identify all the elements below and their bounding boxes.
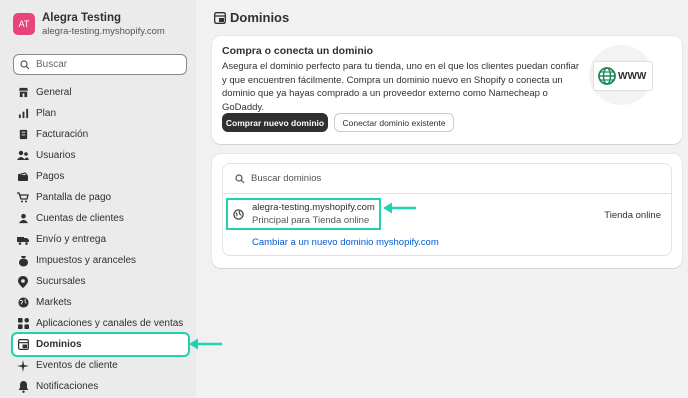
annotation-arrow-domain [383, 202, 416, 214]
annotation-arrow-sidebar [189, 338, 222, 350]
settings-sidebar: AT Alegra Testing alegra-testing.myshopi… [0, 0, 196, 398]
sidebar-item-label: Sucursales [36, 276, 86, 287]
apps-icon [17, 318, 29, 330]
users-icon [17, 150, 29, 162]
cart-icon [17, 192, 29, 204]
store-avatar: AT [13, 13, 35, 35]
page-title: Dominios [214, 10, 289, 25]
store-domain: alegra-testing.myshopify.com [42, 25, 165, 37]
search-icon [235, 173, 245, 183]
payment-icon [17, 171, 29, 183]
sidebar-item-notifications[interactable]: Notificaciones [13, 376, 188, 397]
sidebar-item-label: Pagos [36, 171, 65, 182]
domain-subtitle: Principal para Tienda online [252, 215, 370, 226]
domain-name[interactable]: alegra-testing.myshopify.com [252, 202, 375, 213]
www-illustration: WWW [593, 61, 653, 91]
sidebar-item-domains[interactable]: Dominios [11, 332, 190, 357]
domains-table: Buscar dominios alegra-testing.myshopify… [222, 163, 672, 256]
settings-nav: General Plan Facturación Usuarios Pagos … [11, 82, 190, 397]
sidebar-item-apps[interactable]: Aplicaciones y canales de ventas [13, 313, 188, 334]
sidebar-item-plan[interactable]: Plan [13, 103, 188, 124]
bell-icon [17, 380, 29, 393]
connect-domain-description: Asegura el dominio perfecto para tu tien… [222, 61, 580, 113]
sidebar-item-customer-accounts[interactable]: Cuentas de clientes [13, 208, 188, 229]
domain-status: Tienda online [604, 210, 661, 221]
www-text: WWW [618, 70, 647, 82]
sidebar-item-label: Markets [36, 297, 72, 308]
sidebar-item-label: Aplicaciones y canales de ventas [36, 318, 184, 329]
search-placeholder: Buscar [36, 59, 68, 70]
domain-icon [17, 339, 29, 351]
connect-domain-card: Compra o conecta un dominio Asegura el d… [212, 36, 682, 144]
sparkle-icon [17, 359, 29, 372]
domain-search-placeholder: Buscar dominios [251, 173, 322, 184]
sidebar-item-label: Usuarios [36, 150, 76, 161]
connect-domain-button[interactable]: Conectar dominio existente [334, 113, 454, 132]
sidebar-item-label: Impuestos y aranceles [36, 255, 137, 266]
domain-row[interactable]: alegra-testing.myshopify.com Principal p… [223, 194, 671, 256]
sidebar-item-label: Plan [36, 108, 57, 119]
store-icon [17, 87, 29, 99]
buy-domain-button[interactable]: Comprar nuevo dominio [222, 113, 328, 132]
receipt-icon [17, 129, 29, 141]
sidebar-item-label: Pantalla de pago [36, 192, 112, 203]
truck-icon [17, 234, 29, 246]
connect-domain-title: Compra o conecta un dominio [222, 45, 374, 57]
domain-icon [214, 11, 226, 24]
chart-icon [17, 108, 29, 120]
sidebar-item-label: Cuentas de clientes [36, 213, 124, 224]
sidebar-item-shipping[interactable]: Envío y entrega [13, 229, 188, 250]
sidebar-item-label: General [36, 87, 72, 98]
globe-icon [598, 67, 616, 85]
person-icon [17, 213, 29, 225]
sidebar-item-locations[interactable]: Sucursales [13, 271, 188, 292]
sidebar-item-label: Facturación [36, 129, 89, 140]
sidebar-item-checkout[interactable]: Pantalla de pago [13, 187, 188, 208]
domains-list-card: Buscar dominios alegra-testing.myshopify… [212, 154, 682, 268]
store-switcher[interactable]: AT Alegra Testing alegra-testing.myshopi… [4, 4, 194, 44]
sidebar-item-taxes[interactable]: Impuestos y aranceles [13, 250, 188, 271]
sidebar-item-customer-events[interactable]: Eventos de cliente [13, 355, 188, 376]
sidebar-item-billing[interactable]: Facturación [13, 124, 188, 145]
tax-icon [17, 255, 29, 267]
page-title-text: Dominios [230, 10, 290, 25]
search-icon [20, 59, 30, 69]
change-myshopify-domain-link[interactable]: Cambiar a un nuevo dominio myshopify.com [252, 237, 439, 248]
sidebar-item-label: Dominios [36, 339, 82, 350]
location-icon [17, 275, 29, 288]
settings-search-input[interactable]: Buscar [13, 54, 187, 75]
sidebar-item-label: Eventos de cliente [36, 360, 118, 371]
sidebar-item-label: Envío y entrega [36, 234, 107, 245]
domain-search-input[interactable]: Buscar dominios [223, 164, 671, 194]
sidebar-item-markets[interactable]: Markets [13, 292, 188, 313]
sidebar-item-users[interactable]: Usuarios [13, 145, 188, 166]
sidebar-item-payments[interactable]: Pagos [13, 166, 188, 187]
globe-icon [233, 209, 244, 220]
globe-icon [17, 297, 29, 309]
sidebar-item-label: Notificaciones [36, 381, 99, 392]
sidebar-item-general[interactable]: General [13, 82, 188, 103]
store-name: Alegra Testing [42, 11, 122, 24]
